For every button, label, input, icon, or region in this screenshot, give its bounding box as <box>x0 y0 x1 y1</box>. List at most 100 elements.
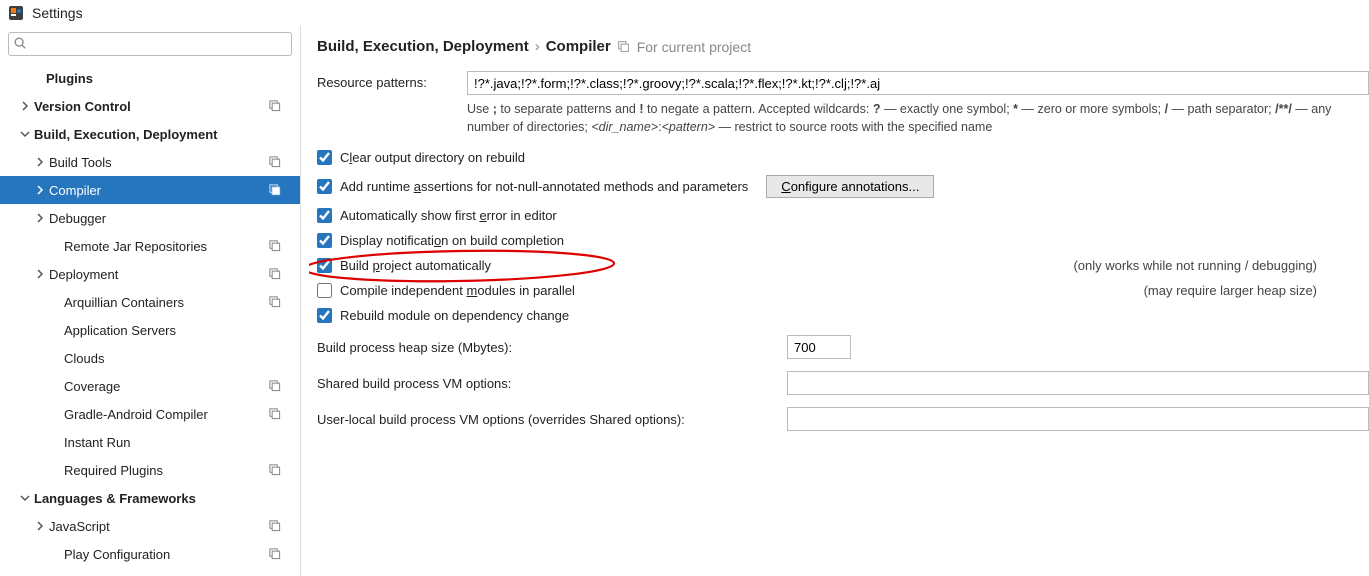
tree-item-compiler[interactable]: Compiler <box>0 176 300 204</box>
project-scope-icon <box>268 99 282 113</box>
chevron-icon <box>48 435 62 449</box>
tree-item-debugger[interactable]: Debugger <box>0 204 300 232</box>
clear-output-checkbox[interactable] <box>317 150 332 165</box>
tree-item-label: Remote Jar Repositories <box>64 239 280 254</box>
tree-item-play-configuration[interactable]: Play Configuration <box>0 540 300 568</box>
configure-annotations-button[interactable]: Configure annotations... <box>766 175 934 198</box>
user-vm-options-input[interactable] <box>787 407 1369 431</box>
project-scope-icon <box>268 407 282 421</box>
project-scope-icon <box>268 239 282 253</box>
runtime-assertions-checkbox[interactable] <box>317 179 332 194</box>
project-scope-icon <box>268 547 282 561</box>
breadcrumb-separator: › <box>535 38 540 55</box>
clear-output-label: Clear output directory on rebuild <box>340 150 525 165</box>
tree-item-label: Play Configuration <box>64 547 280 562</box>
tree-item-label: Build Tools <box>49 155 280 170</box>
chevron-icon <box>33 155 47 169</box>
build-automatically-hint: (only works while not running / debuggin… <box>1043 258 1317 273</box>
breadcrumb: Build, Execution, Deployment › Compiler … <box>317 38 1369 55</box>
search-icon <box>13 36 27 53</box>
tree-item-languages-frameworks[interactable]: Languages & Frameworks <box>0 484 300 512</box>
chevron-icon <box>48 239 62 253</box>
chevron-icon <box>48 379 62 393</box>
project-scope-icon <box>268 463 282 477</box>
user-vm-options-label: User-local build process VM options (ove… <box>317 412 777 427</box>
search-box[interactable] <box>8 32 292 56</box>
chevron-icon <box>33 183 47 197</box>
tree-item-label: Required Plugins <box>64 463 280 478</box>
chevron-icon <box>48 463 62 477</box>
tree-item-javascript[interactable]: JavaScript <box>0 512 300 540</box>
resource-patterns-label: Resource patterns: <box>317 71 457 90</box>
tree-item-label: Deployment <box>49 267 280 282</box>
runtime-assertions-label: Add runtime assertions for not-null-anno… <box>340 179 748 194</box>
chevron-icon <box>33 519 47 533</box>
chevron-icon <box>48 547 62 561</box>
build-automatically-checkbox[interactable] <box>317 258 332 273</box>
app-icon <box>8 5 24 21</box>
tree-item-label: Compiler <box>49 183 280 198</box>
project-scope-icon <box>268 379 282 393</box>
tree-item-deployment[interactable]: Deployment <box>0 260 300 288</box>
auto-show-error-checkbox[interactable] <box>317 208 332 223</box>
chevron-icon <box>30 71 44 85</box>
tree-item-label: Debugger <box>49 211 280 226</box>
project-scope-icon <box>268 155 282 169</box>
display-notification-label: Display notification on build completion <box>340 233 564 248</box>
chevron-icon <box>33 267 47 281</box>
chevron-icon <box>18 127 32 141</box>
breadcrumb-part2: Compiler <box>546 38 611 55</box>
chevron-icon <box>18 491 32 505</box>
tree-item-clouds[interactable]: Clouds <box>0 344 300 372</box>
tree-item-version-control[interactable]: Version Control <box>0 92 300 120</box>
resource-patterns-help: Use ; to separate patterns and ! to nega… <box>467 101 1369 136</box>
chevron-icon <box>48 323 62 337</box>
tree-item-build-execution-deployment[interactable]: Build, Execution, Deployment <box>0 120 300 148</box>
chevron-icon <box>33 211 47 225</box>
breadcrumb-scope: For current project <box>637 39 751 55</box>
tree-item-build-tools[interactable]: Build Tools <box>0 148 300 176</box>
compile-parallel-hint: (may require larger heap size) <box>1114 283 1317 298</box>
settings-sidebar: Plugins Version Control Build, Execution, … <box>0 26 301 576</box>
tree-item-label: Arquillian Containers <box>64 295 280 310</box>
settings-tree: Plugins Version Control Build, Execution, … <box>0 62 300 576</box>
project-scope-icon <box>268 295 282 309</box>
shared-vm-options-label: Shared build process VM options: <box>317 376 777 391</box>
project-scope-icon <box>268 267 282 281</box>
display-notification-checkbox[interactable] <box>317 233 332 248</box>
tree-item-gradle-android-compiler[interactable]: Gradle-Android Compiler <box>0 400 300 428</box>
window-title: Settings <box>32 5 83 21</box>
tree-item-label: Build, Execution, Deployment <box>34 127 280 142</box>
heap-size-label: Build process heap size (Mbytes): <box>317 340 777 355</box>
tree-item-arquillian-containers[interactable]: Arquillian Containers <box>0 288 300 316</box>
project-scope-icon <box>268 519 282 533</box>
heap-size-input[interactable] <box>787 335 851 359</box>
breadcrumb-part1: Build, Execution, Deployment <box>317 38 529 55</box>
tree-item-plugins[interactable]: Plugins <box>0 64 300 92</box>
compiler-settings-panel: Build, Execution, Deployment › Compiler … <box>301 26 1369 576</box>
tree-item-label: Coverage <box>64 379 280 394</box>
tree-item-label: Plugins <box>46 71 280 86</box>
tree-item-label: Application Servers <box>64 323 280 338</box>
tree-item-label: Clouds <box>64 351 280 366</box>
compile-parallel-checkbox[interactable] <box>317 283 332 298</box>
resource-patterns-input[interactable] <box>467 71 1369 95</box>
tree-item-label: Languages & Frameworks <box>34 491 280 506</box>
tree-item-label: JavaScript <box>49 519 280 534</box>
tree-item-application-servers[interactable]: Application Servers <box>0 316 300 344</box>
tree-item-remote-jar-repositories[interactable]: Remote Jar Repositories <box>0 232 300 260</box>
search-input[interactable] <box>27 37 287 52</box>
tree-item-required-plugins[interactable]: Required Plugins <box>0 456 300 484</box>
compile-parallel-label: Compile independent modules in parallel <box>340 283 575 298</box>
rebuild-dependency-checkbox[interactable] <box>317 308 332 323</box>
rebuild-dependency-label: Rebuild module on dependency change <box>340 308 569 323</box>
tree-item-label: Gradle-Android Compiler <box>64 407 280 422</box>
chevron-icon <box>48 295 62 309</box>
project-scope-icon <box>268 183 282 197</box>
tree-item-coverage[interactable]: Coverage <box>0 372 300 400</box>
tree-item-label: Instant Run <box>64 435 280 450</box>
tree-item-instant-run[interactable]: Instant Run <box>0 428 300 456</box>
shared-vm-options-input[interactable] <box>787 371 1369 395</box>
auto-show-error-label: Automatically show first error in editor <box>340 208 557 223</box>
chevron-icon <box>18 99 32 113</box>
